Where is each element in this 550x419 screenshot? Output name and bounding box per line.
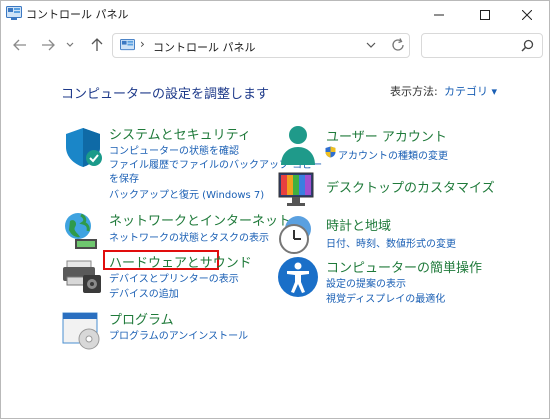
accessibility-icon[interactable] — [276, 255, 320, 299]
link-add-device[interactable]: デバイスの追加 — [109, 285, 179, 300]
chevron-down-icon — [66, 42, 74, 47]
control-panel-icon — [120, 39, 135, 51]
close-button[interactable] — [505, 1, 549, 28]
link-optimize-visual-display[interactable]: 視覚ディスプレイの最適化 — [326, 290, 445, 305]
programs-icon[interactable] — [61, 309, 105, 353]
breadcrumb-control-panel[interactable]: コントロール パネル — [153, 39, 256, 55]
shield-icon[interactable] — [61, 125, 105, 169]
address-bar[interactable]: › コントロール パネル — [112, 33, 410, 58]
category-clock-region[interactable]: 時計と地域 — [326, 215, 391, 234]
category-programs[interactable]: プログラム — [109, 309, 174, 328]
chevron-down-icon[interactable] — [364, 38, 378, 52]
control-panel-window: コントロール パネル › コントロール パネル コンピューターの設定を調整します… — [0, 0, 550, 419]
arrow-left-icon — [13, 39, 26, 51]
view-by-dropdown[interactable]: カテゴリ ▾ — [444, 83, 497, 99]
title-bar: コントロール パネル — [1, 1, 549, 28]
recent-locations-button[interactable] — [63, 35, 77, 55]
minimize-button[interactable] — [417, 1, 461, 28]
minimize-icon — [434, 14, 444, 15]
page-heading: コンピューターの設定を調整します — [61, 87, 270, 102]
maximize-icon — [480, 9, 490, 20]
control-panel-icon — [6, 6, 22, 20]
back-button[interactable] — [10, 35, 30, 55]
category-desktop-customization[interactable]: デスクトップのカスタマイズ — [326, 177, 495, 196]
window-title: コントロール パネル — [26, 8, 129, 21]
network-globe-icon[interactable] — [61, 209, 105, 253]
clock-icon[interactable] — [276, 213, 320, 257]
category-user-accounts[interactable]: ユーザー アカウント — [326, 126, 447, 145]
uac-shield-icon — [325, 146, 336, 158]
arrow-right-icon — [42, 39, 55, 51]
category-network-internet[interactable]: ネットワークとインターネット — [109, 210, 291, 229]
close-icon — [522, 9, 532, 20]
category-ease-of-access[interactable]: コンピューターの簡単操作 — [326, 257, 482, 276]
link-change-account-type[interactable]: アカウントの種類の変更 — [338, 147, 448, 162]
view-by-label: 表示方法: — [390, 85, 438, 98]
breadcrumb-separator: › — [140, 37, 145, 51]
forward-button[interactable] — [38, 35, 58, 55]
link-check-computer-status[interactable]: コンピューターの状態を確認 — [109, 142, 239, 157]
link-file-history-backup-cont[interactable]: を保存 — [109, 170, 139, 185]
link-change-date-time-format[interactable]: 日付、時刻、数値形式の変更 — [326, 235, 456, 250]
search-box[interactable] — [421, 33, 543, 58]
refresh-icon[interactable] — [390, 37, 406, 53]
category-system-security[interactable]: システムとセキュリティ — [109, 124, 251, 143]
link-devices-printers[interactable]: デバイスとプリンターの表示 — [109, 270, 239, 285]
up-button[interactable] — [87, 35, 107, 55]
category-hardware-sound[interactable]: ハードウェアとサウンド — [109, 252, 252, 271]
link-network-status-tasks[interactable]: ネットワークの状態とタスクの表示 — [109, 229, 269, 244]
search-icon — [521, 39, 534, 52]
maximize-button[interactable] — [463, 1, 507, 28]
printer-icon[interactable] — [61, 253, 105, 297]
user-account-icon[interactable] — [276, 123, 320, 167]
link-backup-restore[interactable]: バックアップと復元 (Windows 7) — [109, 186, 264, 201]
desktop-display-icon[interactable] — [276, 169, 320, 213]
link-uninstall-program[interactable]: プログラムのアンインストール — [109, 327, 248, 342]
arrow-up-icon — [91, 38, 103, 51]
link-suggested-settings[interactable]: 設定の提案の表示 — [326, 275, 406, 290]
